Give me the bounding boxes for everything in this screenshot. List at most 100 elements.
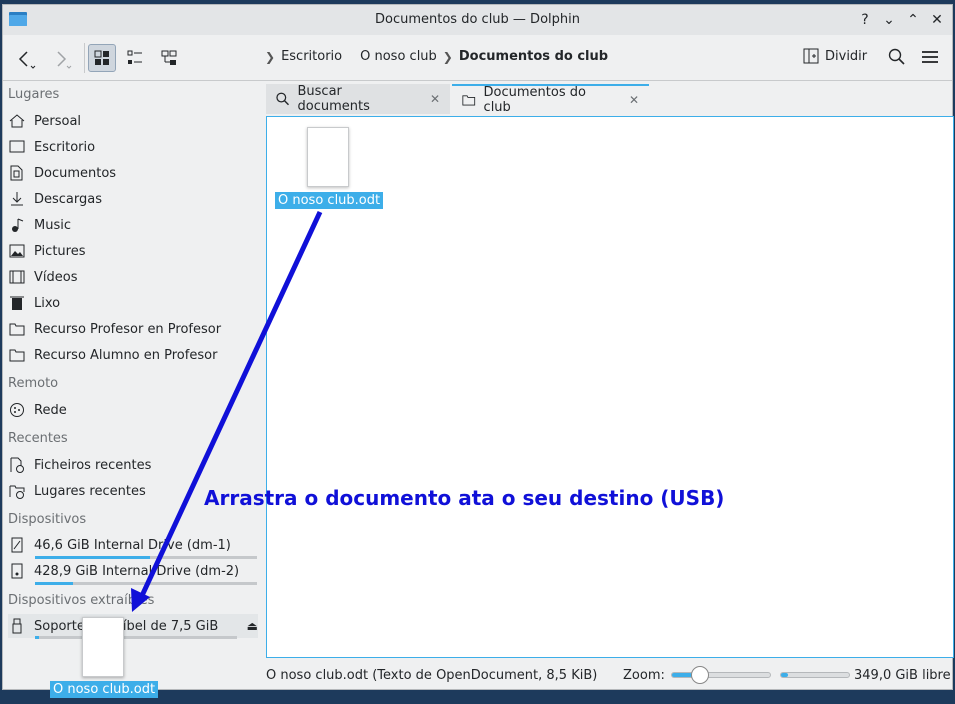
- sidebar-item-escritorio[interactable]: Escritorio: [8, 135, 258, 159]
- sidebar-item-label: Persoal: [34, 113, 82, 129]
- split-button[interactable]: Dividir: [803, 48, 867, 64]
- chevron-right-icon: ❯: [265, 49, 276, 64]
- section-title-remote: Remoto: [8, 376, 59, 391]
- sidebar-item-label: Soporte extraíbel de 7,5 GiB: [34, 618, 219, 634]
- zoom-fill: [672, 673, 692, 677]
- chevron-right-icon: ❯: [442, 49, 453, 64]
- zoom-slider-handle[interactable]: [691, 666, 709, 684]
- sidebar-item-music[interactable]: Music: [8, 213, 258, 237]
- drive-usage-fill: [35, 636, 40, 639]
- tree-icon: [161, 50, 177, 65]
- disk-usage-fill: [781, 673, 788, 677]
- section-title-recent: Recentes: [8, 431, 68, 446]
- toolbar: ❯ Escritorio O noso club ❯ Documentos do…: [3, 35, 952, 81]
- tab-label: Documentos do club: [483, 85, 586, 115]
- disk-usage-bar: [780, 672, 850, 678]
- recent-files-icon: [8, 456, 26, 474]
- sidebar-item-label: Recurso Profesor en Profesor: [34, 321, 222, 337]
- folder-icon: [8, 346, 26, 364]
- sidebar-item-videos[interactable]: Vídeos: [8, 265, 258, 289]
- home-icon: [8, 112, 26, 130]
- free-space: 349,0 GiB libre: [854, 667, 951, 683]
- places-panel: Lugares Persoal Escritorio Documentos De…: [3, 82, 265, 691]
- file-thumbnail[interactable]: [307, 127, 349, 187]
- file-view[interactable]: O noso club.odt: [266, 116, 954, 658]
- recent-places-icon: [8, 482, 26, 500]
- drive-icon: [8, 562, 26, 580]
- music-icon: [8, 216, 26, 234]
- search-button[interactable]: [888, 48, 906, 70]
- network-icon: [8, 401, 26, 419]
- details-view-button[interactable]: [155, 44, 183, 72]
- sidebar-item-usb[interactable]: Soporte extraíbel de 7,5 GiB ⏏: [8, 614, 258, 638]
- tab-label: Buscar documents: [297, 84, 370, 114]
- sidebar-item-rede[interactable]: Rede: [8, 398, 258, 422]
- search-icon: [888, 48, 905, 65]
- section-title-removable: Dispositivos extraíbles: [8, 593, 155, 608]
- sidebar-item-recent-files[interactable]: Ficheiros recentes: [8, 453, 258, 477]
- sidebar-item-label: Pictures: [34, 243, 86, 259]
- sidebar-item-drive-dm2[interactable]: 428,9 GiB Internal Drive (dm-2): [8, 559, 258, 583]
- breadcrumb-current[interactable]: Documentos do club: [459, 49, 608, 64]
- drag-preview-thumbnail: [82, 617, 124, 677]
- sidebar-item-recurso-alumno[interactable]: Recurso Alumno en Profesor: [8, 343, 258, 367]
- minimize-button[interactable]: ⌄: [880, 11, 898, 29]
- grid-icon: [94, 50, 109, 65]
- file-name[interactable]: O noso club.odt: [275, 192, 384, 209]
- titlebar: Documentos do club — Dolphin ? ⌄ ⌃ ✕: [3, 5, 952, 35]
- drive-usage-bar: [35, 582, 257, 585]
- sidebar-item-lixo[interactable]: Lixo: [8, 291, 258, 315]
- breadcrumb-item[interactable]: O noso club: [360, 49, 437, 64]
- sidebar-item-persoal[interactable]: Persoal: [8, 109, 258, 133]
- documents-icon: [8, 164, 26, 182]
- sidebar-item-label: Escritorio: [34, 139, 96, 155]
- sidebar-item-label: 46,6 GiB Internal Drive (dm-1): [34, 537, 231, 553]
- zoom-slider[interactable]: [671, 672, 771, 678]
- download-icon: [8, 190, 26, 208]
- sidebar-item-label: Lixo: [34, 295, 61, 311]
- sidebar-item-descargas[interactable]: Descargas: [8, 187, 258, 211]
- window-title: Documentos do club — Dolphin: [375, 12, 580, 27]
- status-info: O noso club.odt (Texto de OpenDocument, …: [266, 667, 598, 683]
- split-label: Dividir: [825, 48, 868, 64]
- sidebar-item-label: Descargas: [34, 191, 103, 207]
- help-button[interactable]: ?: [856, 11, 874, 29]
- hamburger-icon: [922, 51, 938, 63]
- drive-icon: [8, 536, 26, 554]
- back-button[interactable]: [11, 45, 39, 73]
- drag-preview-label: O noso club.odt: [50, 681, 159, 698]
- section-title-devices: Dispositivos: [8, 512, 87, 527]
- compact-view-button[interactable]: [121, 44, 149, 72]
- close-tab-icon[interactable]: ✕: [629, 93, 639, 107]
- breadcrumb-item[interactable]: Escritorio: [281, 49, 342, 64]
- sidebar-item-documentos[interactable]: Documentos: [8, 161, 258, 185]
- sidebar-item-label: Music: [34, 217, 71, 233]
- maximize-button[interactable]: ⌃: [904, 11, 922, 29]
- sidebar-item-label: Recurso Alumno en Profesor: [34, 347, 218, 363]
- eject-icon[interactable]: ⏏: [247, 619, 258, 633]
- close-tab-icon[interactable]: ✕: [430, 92, 440, 106]
- sidebar-item-label: Documentos: [34, 165, 117, 181]
- pictures-icon: [8, 242, 26, 260]
- forward-arrow-icon: [57, 51, 72, 69]
- search-icon: [276, 92, 290, 106]
- trash-icon: [8, 294, 26, 312]
- annotation-text: Arrastra o documento ata o seu destino (…: [204, 486, 725, 510]
- hamburger-menu-button[interactable]: [921, 48, 939, 70]
- toolbar-separator: [84, 43, 85, 73]
- close-button[interactable]: ✕: [928, 11, 946, 29]
- icons-view-button[interactable]: [88, 44, 116, 72]
- tab-buscar-documents[interactable]: Buscar documents ✕: [266, 84, 450, 114]
- tab-bar: Buscar documents ✕ Documentos do club ✕: [266, 82, 954, 115]
- list-icon: [127, 50, 142, 64]
- folder-icon: [462, 95, 476, 106]
- desktop-icon: [8, 138, 26, 156]
- sidebar-item-drive-dm1[interactable]: 46,6 GiB Internal Drive (dm-1): [8, 533, 258, 557]
- sidebar-item-recurso-profesor[interactable]: Recurso Profesor en Profesor: [8, 317, 258, 341]
- folder-icon: [8, 320, 26, 338]
- drive-usage-fill: [35, 582, 73, 585]
- tab-documentos-do-club[interactable]: Documentos do club ✕: [452, 84, 649, 115]
- forward-button[interactable]: [47, 45, 75, 73]
- split-view-icon: [803, 48, 819, 64]
- sidebar-item-pictures[interactable]: Pictures: [8, 239, 258, 263]
